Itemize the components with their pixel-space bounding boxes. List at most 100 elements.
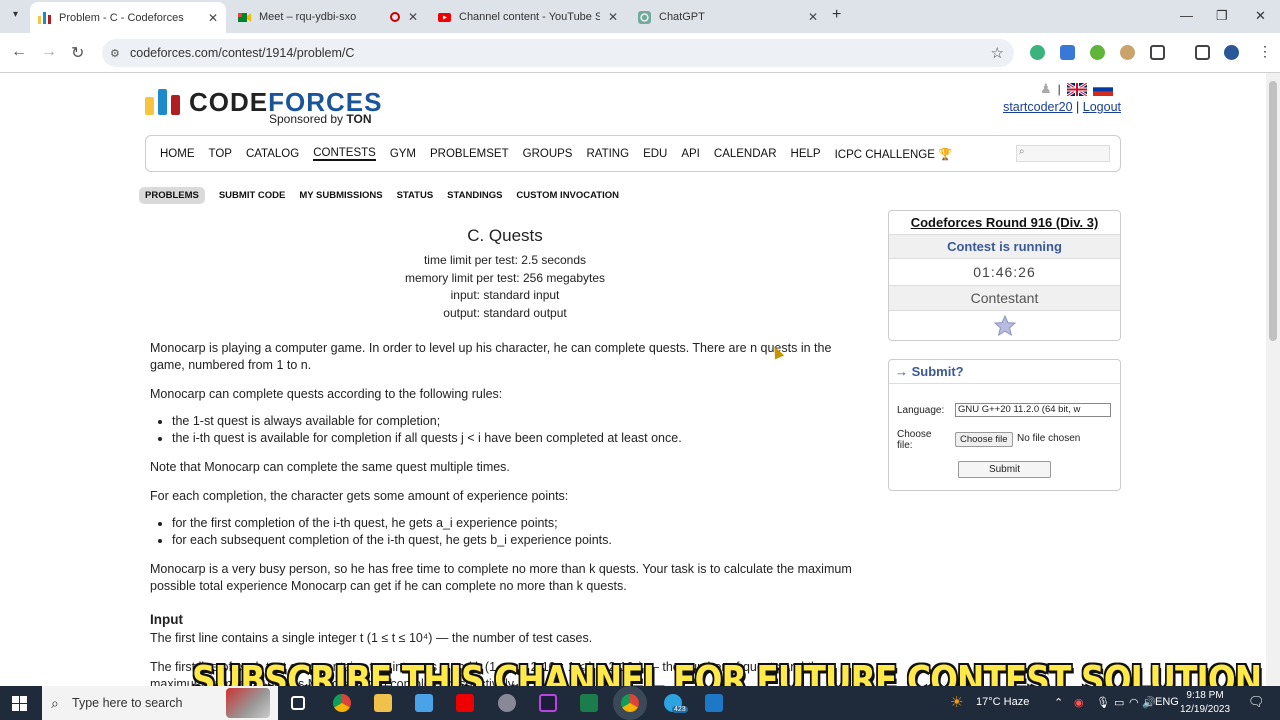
sidepanel-icon[interactable] — [1195, 45, 1210, 60]
menu-help[interactable]: HELP — [791, 148, 821, 160]
subscribe-overlay-text: SUBSCRIBE THIS CHANNEL FOR FUTURE CONTES… — [192, 658, 1262, 686]
subnav-submit-code[interactable]: SUBMIT CODE — [219, 187, 286, 204]
menu-contests[interactable]: CONTESTS — [313, 147, 376, 161]
tab-youtube-studio[interactable]: Channel content - YouTube Stu ✕ — [430, 4, 626, 30]
menu-gym[interactable]: GYM — [390, 148, 416, 160]
windows-start-icon[interactable] — [12, 696, 27, 711]
weather-icon: ☀ — [950, 694, 964, 711]
weather-text[interactable]: 17°C Haze — [976, 696, 1029, 708]
menu-top[interactable]: TOP — [209, 148, 232, 160]
profile-avatar-icon[interactable] — [1224, 45, 1239, 60]
subnav-problems[interactable]: PROBLEMS — [139, 187, 205, 204]
menu-calendar[interactable]: CALENDAR — [714, 148, 777, 160]
taskbar-search-input[interactable]: ⌕ Type here to search — [42, 686, 278, 720]
close-tab-icon[interactable]: ✕ — [208, 11, 218, 25]
reload-icon[interactable]: ↻ — [71, 43, 84, 63]
microphone-icon[interactable]: 🎙 — [1096, 696, 1110, 709]
extension-green-icon[interactable] — [1030, 45, 1045, 60]
menu-dots-icon[interactable]: ⋮ — [1258, 43, 1272, 60]
problem-title: C. Quests — [467, 226, 543, 245]
extensions-puzzle-icon[interactable] — [1150, 45, 1165, 60]
subnav-my-submissions[interactable]: MY SUBMISSIONS — [299, 187, 382, 204]
tray-record-icon[interactable]: ◉ — [1074, 696, 1084, 709]
menu-api[interactable]: API — [681, 148, 700, 160]
chrome-active-icon[interactable] — [621, 694, 639, 712]
battery-icon[interactable]: ▭ — [1114, 696, 1124, 709]
chrome-taskbar-icon[interactable] — [333, 694, 351, 712]
subnav-custom-invocation[interactable]: CUSTOM INVOCATION — [516, 187, 619, 204]
tray-chevron-icon[interactable]: ⌃ — [1054, 696, 1063, 709]
scrollbar-thumb[interactable] — [1269, 81, 1277, 341]
extension-screen-icon[interactable] — [1060, 45, 1075, 60]
rule-item: the i-th quest is available for completi… — [172, 430, 860, 447]
vscode-icon[interactable] — [705, 694, 723, 712]
url-text: codeforces.com/contest/1914/problem/C — [130, 46, 355, 60]
tab-search-icon[interactable]: ▾ — [13, 9, 18, 20]
site-search-input[interactable]: ⌕ — [1016, 145, 1110, 162]
logout-link[interactable]: Logout — [1083, 100, 1121, 114]
tab-title: ChatGPT — [659, 11, 705, 23]
extension-avatar-icon[interactable] — [1120, 45, 1135, 60]
notifications-icon[interactable]: 🗨 — [1248, 694, 1265, 710]
tab-chatgpt[interactable]: ChatGPT ✕ — [630, 4, 826, 30]
app-blue-icon[interactable] — [415, 694, 433, 712]
windows-taskbar: ⌕ Type here to search 423 ☀ 17°C Haze ⌃ … — [0, 686, 1280, 720]
experience-item: for each subsequent completion of the i-… — [172, 532, 860, 549]
close-window-icon[interactable]: ✕ — [1255, 8, 1266, 24]
recording-icon — [389, 12, 400, 22]
menu-problemset[interactable]: PROBLEMSET — [430, 148, 509, 160]
task-view-icon[interactable] — [291, 696, 305, 710]
subnav-status[interactable]: STATUS — [397, 187, 434, 204]
logo-bars-icon — [145, 89, 180, 115]
menu-catalog[interactable]: CATALOG — [246, 148, 299, 160]
username-link[interactable]: startcoder20 — [1003, 100, 1072, 114]
site-info-icon[interactable]: ⚙ — [110, 47, 120, 60]
volume-icon[interactable]: 🔊 — [1142, 696, 1156, 709]
tab-bar: ▾ Problem - C - Codeforces ✕ Meet – rqu-… — [0, 0, 1280, 33]
menu-home[interactable]: HOME — [160, 148, 195, 160]
round-title-link[interactable]: Codeforces Round 916 (Div. 3) — [889, 211, 1120, 234]
uk-flag-icon[interactable] — [1066, 82, 1087, 96]
star-icon[interactable] — [993, 314, 1016, 337]
experience-item: for the first completion of the i-th que… — [172, 515, 860, 532]
input-language[interactable]: ENG — [1155, 696, 1179, 708]
new-tab-icon[interactable]: + — [832, 6, 841, 24]
menu-edu[interactable]: EDU — [643, 148, 667, 160]
problem-limits: time limit per test: 2.5 seconds memory … — [150, 252, 860, 322]
file-explorer-icon[interactable] — [374, 694, 392, 712]
close-tab-icon[interactable]: ✕ — [808, 10, 818, 24]
tab-meet[interactable]: Meet – rqu-ydbi-sxo ✕ — [230, 4, 426, 30]
app-gear-icon[interactable] — [498, 694, 516, 712]
close-tab-icon[interactable]: ✕ — [408, 10, 418, 24]
youtube-taskbar-icon[interactable] — [456, 694, 474, 712]
choose-file-button[interactable]: Choose file — [955, 432, 1013, 447]
app-green-icon[interactable] — [580, 694, 598, 712]
forward-icon[interactable]: → — [41, 43, 57, 61]
subnav-standings[interactable]: STANDINGS — [447, 187, 502, 204]
russia-flag-icon[interactable] — [1092, 82, 1113, 96]
minimize-icon[interactable]: — — [1180, 8, 1193, 23]
page-scrollbar[interactable] — [1266, 73, 1280, 686]
notification-bell-icon[interactable]: ♟ — [1040, 81, 1052, 97]
rules-list: the 1-st quest is always available for c… — [172, 413, 860, 447]
menu-groups[interactable]: GROUPS — [523, 148, 573, 160]
search-highlight-icon — [226, 688, 270, 718]
wifi-icon[interactable]: ◠ — [1129, 696, 1139, 709]
tab-codeforces[interactable]: Problem - C - Codeforces ✕ — [30, 2, 226, 33]
maximize-icon[interactable]: ❐ — [1216, 8, 1228, 24]
extension-plus-icon[interactable] — [1090, 45, 1105, 60]
taskbar-search-placeholder: Type here to search — [72, 696, 183, 710]
menu-icpc-challenge[interactable]: ICPC CHALLENGE 🏆 — [835, 147, 953, 161]
menu-rating[interactable]: RATING — [586, 148, 629, 160]
bookmark-star-icon[interactable]: ☆ — [991, 44, 1004, 62]
close-tab-icon[interactable]: ✕ — [608, 10, 618, 24]
url-input[interactable]: ⚙ codeforces.com/contest/1914/problem/C … — [102, 39, 1014, 67]
contest-subnav: PROBLEMS SUBMIT CODE MY SUBMISSIONS STAT… — [139, 187, 619, 204]
sponsor-name: TON — [346, 112, 372, 126]
back-icon[interactable]: ← — [11, 43, 27, 61]
user-links: startcoder20 | Logout — [1003, 100, 1121, 114]
language-select[interactable]: GNU G++20 11.2.0 (64 bit, w — [955, 403, 1111, 417]
submit-button[interactable]: Submit — [958, 461, 1051, 478]
intellij-icon[interactable] — [539, 694, 557, 712]
taskbar-clock[interactable]: 9:18 PM 12/19/2023 — [1180, 689, 1230, 717]
